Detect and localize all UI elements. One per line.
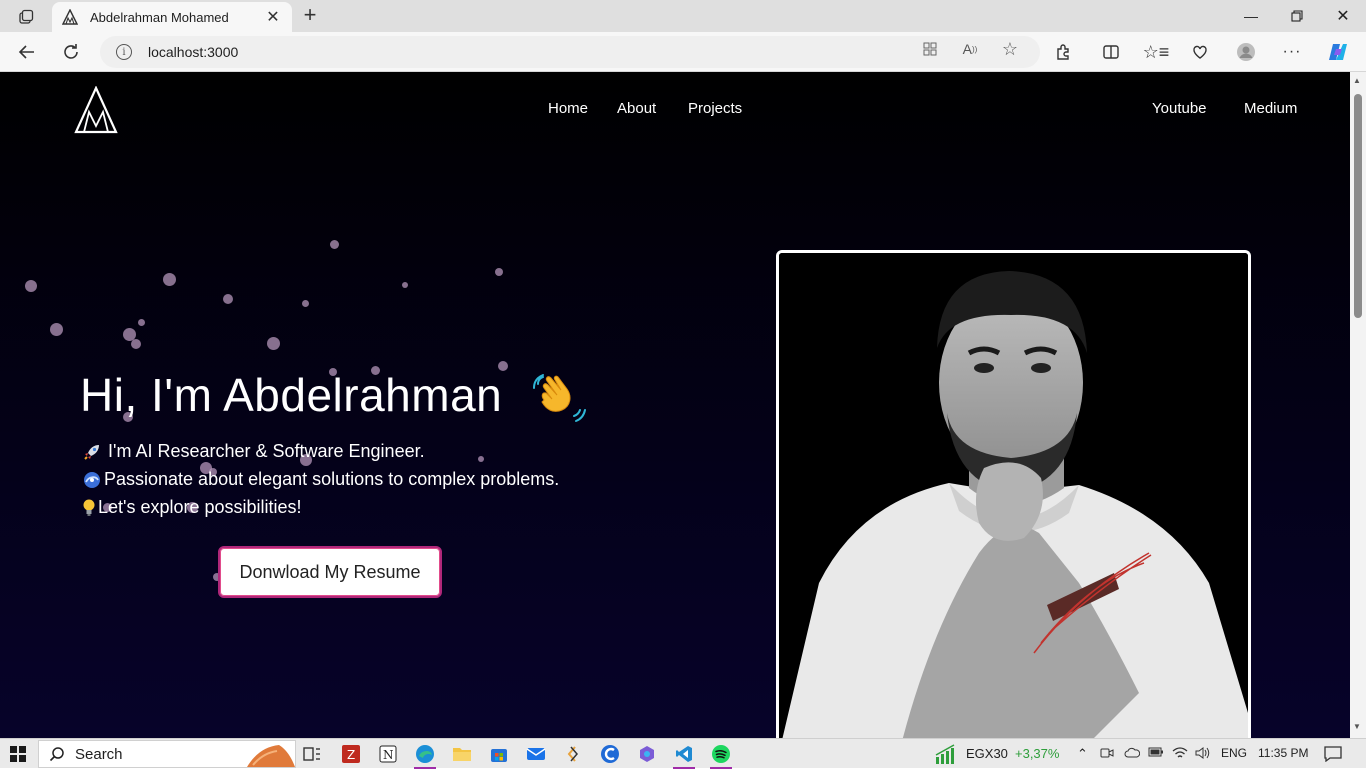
nav-medium[interactable]: Medium (1244, 100, 1297, 117)
portfolio-page: Home About Projects Youtube Medium Hi, I… (0, 72, 1350, 738)
tab-actions-icon[interactable] (10, 6, 42, 28)
galaxy-icon (82, 471, 102, 489)
profile-photo (776, 250, 1251, 738)
filezilla-app-icon[interactable]: Z (340, 743, 362, 765)
download-resume-button[interactable]: Donwload My Resume (218, 546, 442, 598)
edge-app-icon[interactable] (414, 743, 436, 769)
spotify-app-icon[interactable] (710, 743, 732, 769)
particle-dot (266, 336, 280, 350)
close-tab-icon[interactable]: ✕ (264, 7, 282, 27)
browser-tab[interactable]: Abdelrahman Mohamed ✕ (52, 2, 292, 32)
site-favicon-icon (62, 9, 78, 25)
volume-icon[interactable] (1194, 746, 1210, 763)
search-highlight-icon (247, 745, 295, 767)
svg-text:N: N (383, 748, 394, 762)
scrollbar-thumb[interactable] (1354, 94, 1362, 318)
store-app-icon[interactable] (488, 743, 510, 765)
hero-line-2: Passionate about elegant solutions to co… (82, 469, 559, 490)
browser-essentials-icon[interactable] (1185, 38, 1215, 66)
site-info-icon[interactable]: i (116, 44, 132, 60)
task-view-icon[interactable] (301, 743, 323, 765)
page-scrollbar[interactable]: ▲ ▼ (1350, 72, 1366, 738)
read-aloud-icon[interactable]: A)) (960, 40, 980, 58)
hero-line-2-text: Passionate about elegant solutions to co… (104, 469, 560, 489)
language-indicator[interactable]: ENG (1221, 746, 1247, 760)
new-tab-button[interactable]: + (298, 4, 322, 28)
copilot-icon[interactable] (1323, 38, 1353, 66)
show-hidden-icons[interactable]: ⌃ (1077, 746, 1088, 762)
back-button[interactable] (12, 38, 42, 66)
browser-toolbar: i localhost:3000 A)) ☆ ☆≡ ··· (0, 32, 1366, 72)
minimize-button[interactable]: — (1228, 0, 1274, 32)
hero-line-3: Let's explore possibilities! (82, 497, 302, 518)
site-logo[interactable] (74, 85, 118, 134)
vscode-app-icon[interactable] (673, 743, 695, 769)
stock-chart-icon[interactable] (934, 743, 960, 770)
notion-app-icon[interactable]: N (377, 743, 399, 765)
onedrive-icon[interactable] (1124, 746, 1141, 761)
nav-home[interactable]: Home (548, 100, 588, 117)
profile-avatar[interactable] (1231, 38, 1261, 66)
hero-title: Hi, I'm Abdelrahman (80, 369, 503, 421)
particle-dot (49, 322, 63, 336)
particle-dot (137, 318, 145, 326)
particle-dot (478, 456, 484, 462)
hero-line-1: I'm AI Researcher & Software Engineer. (82, 441, 425, 462)
particle-dot (329, 239, 339, 249)
url-text: localhost:3000 (148, 44, 239, 60)
stock-change[interactable]: +3,37% (1015, 746, 1059, 761)
lightbulb-icon (82, 499, 96, 517)
particle-dot (301, 299, 309, 307)
nav-youtube[interactable]: Youtube (1152, 100, 1207, 117)
particle-dot (223, 294, 233, 304)
wifi-icon[interactable] (1172, 746, 1188, 763)
nav-projects[interactable]: Projects (688, 100, 742, 117)
favorite-star-icon[interactable]: ☆ (1000, 39, 1020, 59)
close-window-button[interactable]: ✕ (1320, 0, 1366, 32)
search-icon (49, 747, 64, 762)
particle-dot (25, 280, 37, 292)
particle-dot (495, 268, 503, 276)
tab-title: Abdelrahman Mohamed (90, 9, 229, 25)
hero-line-1-text: I'm AI Researcher & Software Engineer. (108, 441, 425, 461)
clock-time[interactable]: 11:35 PM (1258, 746, 1308, 760)
svg-text:Z: Z (347, 748, 355, 762)
browser-tab-bar: Abdelrahman Mohamed ✕ + — ✕ (0, 0, 1366, 32)
split-screen-icon[interactable] (1096, 38, 1126, 66)
start-windows-icon[interactable] (10, 746, 26, 762)
refresh-button[interactable] (56, 38, 86, 66)
restore-button[interactable] (1274, 0, 1320, 32)
loop-app-icon[interactable] (636, 743, 658, 765)
favorites-icon[interactable]: ☆≡ (1141, 38, 1171, 66)
extensions-icon[interactable] (1048, 38, 1078, 66)
ccleaner-app-icon[interactable] (599, 743, 621, 765)
meet-now-icon[interactable] (1100, 746, 1114, 763)
waving-hand-icon (530, 370, 586, 426)
scroll-down-icon[interactable]: ▼ (1353, 722, 1361, 731)
particle-dot (162, 272, 176, 286)
scroll-up-icon[interactable]: ▲ (1353, 76, 1361, 85)
address-bar[interactable]: i localhost:3000 (100, 36, 1040, 68)
more-options-icon[interactable]: ··· (1277, 38, 1307, 66)
nav-about[interactable]: About (617, 100, 656, 117)
taskbar-search[interactable]: Search (38, 740, 296, 768)
dev-tool-app-icon[interactable] (562, 743, 584, 765)
particle-dot (131, 339, 141, 349)
windows-taskbar: Search Z N EGX30 +3,37% ⌃ ENG 11:35 PM (0, 738, 1366, 770)
rocket-icon (82, 443, 102, 461)
mail-app-icon[interactable] (525, 743, 547, 765)
battery-icon[interactable] (1148, 746, 1164, 761)
hero-line-3-text: Let's explore possibilities! (98, 497, 302, 517)
stock-name[interactable]: EGX30 (966, 746, 1008, 761)
particle-dot (402, 282, 408, 288)
notifications-icon[interactable] (1324, 746, 1342, 765)
file-explorer-icon[interactable] (451, 743, 473, 765)
app-available-icon[interactable] (920, 40, 940, 58)
search-label: Search (75, 745, 123, 763)
